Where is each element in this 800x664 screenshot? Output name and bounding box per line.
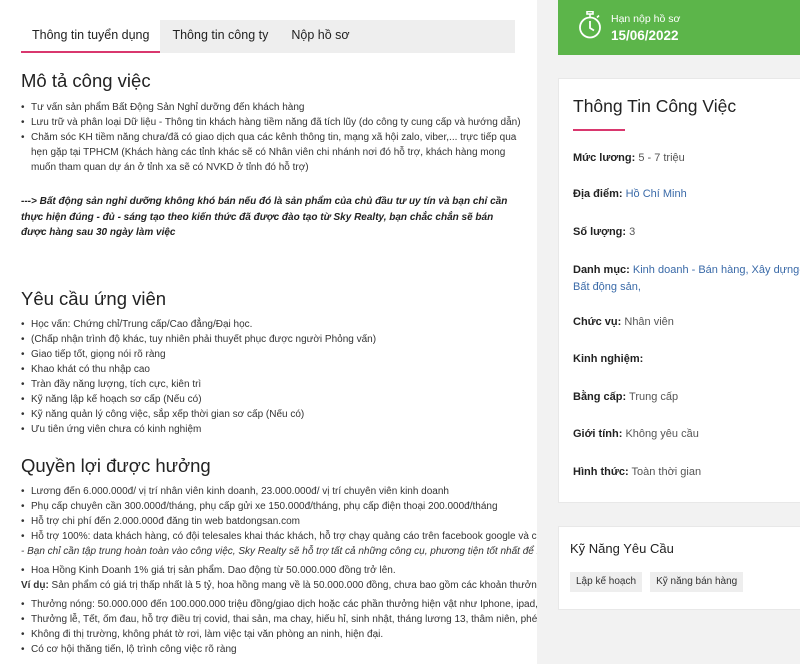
tab-job-info[interactable]: Thông tin tuyển dụng [21,20,161,53]
list-item: Kỹ năng quản lý công việc, sắp xếp thời … [21,407,537,422]
row-value: 3 [629,226,636,238]
main-content: Thông tin tuyển dụng Thông tin công ty N… [0,0,537,664]
info-row-quantity: Số lượng: 3 [573,224,800,241]
requirements-heading: Yêu cầu ứng viên [21,288,167,309]
row-label: Mức lương: [573,152,636,164]
info-row-gender: Giới tính: Không yêu cầu [573,426,800,443]
skill-tag[interactable]: Lập kế hoạch [570,572,643,592]
row-value: Toàn thời gian [631,466,702,478]
example-label: Ví dụ: [21,580,49,591]
row-value: 5 - 7 triệu [638,152,685,164]
row-label: Kinh nghiệm: [573,353,644,365]
skill-tag[interactable]: Kỹ năng bán hàng [650,572,744,592]
list-item: Tràn đầy năng lượng, tích cực, kiên trì [21,377,537,392]
list-item: (Chấp nhận trình độ khác, tuy nhiên phải… [21,332,537,347]
benefits-heading: Quyền lợi được hưởng [21,455,211,476]
list-item: Phụ cấp chuyên cần 300.000đ/tháng, phụ c… [21,499,537,514]
title-underline [573,129,625,131]
list-item: Có cơ hội thăng tiến, lộ trình công việc… [21,642,537,657]
tab-bar: Thông tin tuyển dụng Thông tin công ty N… [21,20,515,53]
info-row-position: Chức vụ: Nhân viên [573,314,800,331]
list-item: Giao tiếp tốt, giọng nói rõ ràng [21,347,537,362]
deadline-banner: Hạn nộp hồ sơ 15/06/2022 [558,0,800,55]
row-label: Hình thức: [573,466,629,478]
deadline-date: 15/06/2022 [611,28,679,43]
info-row-location: Địa điểm: Hồ Chí Minh [573,186,800,203]
skills-card: Kỹ Năng Yêu Cầu Lập kế hoạch Kỹ năng bán… [558,526,800,610]
location-link[interactable]: Hồ Chí Minh [626,188,687,200]
requirements-list: Học vấn: Chứng chỉ/Trung cấp/Cao đẳng/Đạ… [21,317,537,437]
description-note: ---> Bất động sản nghỉ dưỡng không khó b… [21,196,508,238]
list-item: Hỗ trợ 100%: data khách hàng, có đội tel… [21,529,537,544]
row-label: Địa điểm: [573,188,623,200]
row-value: Nhân viên [624,316,674,328]
info-row-work-type: Hình thức: Toàn thời gian [573,464,800,481]
info-row-degree: Bằng cấp: Trung cấp [573,389,800,406]
list-item: Thưởng nóng: 50.000.000 đến 100.000.000 … [21,597,537,612]
example-text: Sản phẩm có giá trị thấp nhất là 5 tỷ, h… [48,580,537,591]
list-item: Ưu tiên ứng viên chưa có kinh nghiệm [21,422,537,437]
benefits-list-a: Lương đến 6.000.000đ/ vị trí nhân viên k… [21,484,537,544]
row-label: Chức vụ: [573,316,622,328]
skills-title: Kỹ Năng Yêu Cầu [570,541,674,556]
row-label: Danh mục: [573,264,630,276]
row-label: Giới tính: [573,428,623,440]
job-info-card: Thông Tin Công Việc Mức lương: 5 - 7 tri… [558,78,800,503]
benefits-list-c: Thưởng nóng: 50.000.000 đến 100.000.000 … [21,597,537,657]
stopwatch-icon [579,11,601,39]
job-description-heading: Mô tả công việc [21,70,151,91]
list-item: Không đi thị trường, không phát tờ rơi, … [21,627,537,642]
deadline-label: Hạn nộp hồ sơ [611,13,681,25]
info-row-experience: Kinh nghiệm: [573,351,800,368]
benefits-note: - Bạn chỉ cần tập trung hoàn toàn vào cô… [21,546,537,557]
row-value: Không yêu cầu [625,428,699,440]
tab-company-info[interactable]: Thông tin công ty [161,20,279,53]
info-row-category: Danh mục: Kinh doanh - Bán hàng, Xây dựn… [573,262,800,296]
list-item: Học vấn: Chứng chỉ/Trung cấp/Cao đẳng/Đạ… [21,317,537,332]
tab-apply[interactable]: Nộp hồ sơ [280,20,360,53]
job-description-list: Tư vấn sản phẩm Bất Động Sản Nghỉ dưỡng … [21,100,537,175]
row-label: Bằng cấp: [573,391,627,403]
list-item: Lưu trữ và phân loại Dữ liệu - Thông tin… [21,115,537,130]
benefits-list-b: Hoa Hồng Kinh Doanh 1% giá trị sản phẩm.… [21,563,537,578]
list-item: Chăm sóc KH tiềm năng chưa/đã có giao dị… [21,130,537,175]
list-item: Thưởng lễ, Tết, ốm đau, hỗ trợ điều trị … [21,612,537,627]
list-item: Hoa Hồng Kinh Doanh 1% giá trị sản phẩm.… [21,563,537,578]
info-row-salary: Mức lương: 5 - 7 triệu [573,150,800,167]
list-item: Tư vấn sản phẩm Bất Động Sản Nghỉ dưỡng … [21,100,537,115]
benefits-example: Ví dụ: Sản phẩm có giá trị thấp nhất là … [21,578,537,593]
list-item: Lương đến 6.000.000đ/ vị trí nhân viên k… [21,484,537,499]
list-item: Hỗ trợ chi phí đến 2.000.000đ đăng tin w… [21,514,537,529]
job-info-title: Thông Tin Công Việc [573,96,737,116]
row-value: Trung cấp [629,391,679,403]
row-label: Số lượng: [573,226,627,238]
skill-tags: Lập kế hoạch Kỹ năng bán hàng [570,572,744,592]
list-item: Kỹ năng lập kế hoạch sơ cấp (Nếu có) [21,392,537,407]
list-item: Khao khát có thu nhập cao [21,362,537,377]
